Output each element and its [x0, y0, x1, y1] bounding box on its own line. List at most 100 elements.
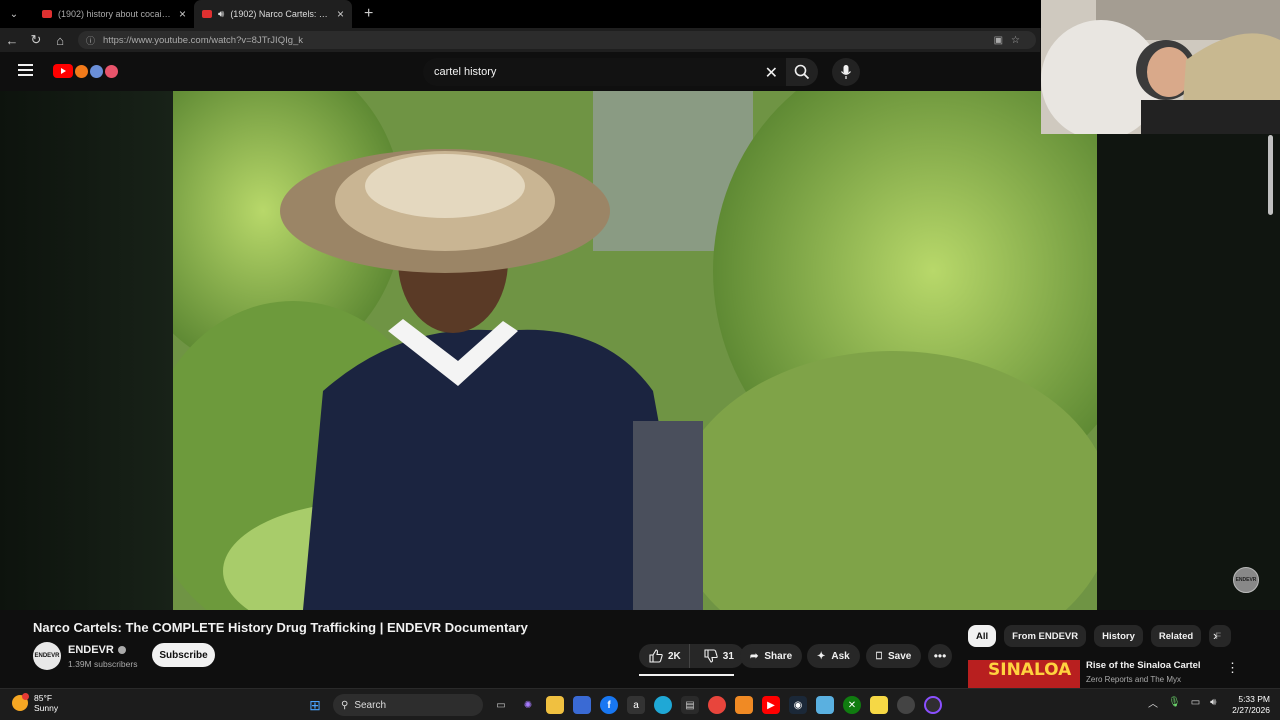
- weather-widget[interactable]: 85°F Sunny: [12, 693, 58, 713]
- webcam-overlay: [1041, 0, 1280, 134]
- search-query-text: cartel history: [434, 66, 497, 78]
- weather-description: Sunny: [34, 703, 59, 713]
- youtube-favicon-icon: [202, 10, 212, 18]
- site-info-icon[interactable]: ⓘ: [86, 34, 95, 47]
- chip-all[interactable]: All: [968, 625, 997, 647]
- start-icon[interactable]: ⊞: [306, 696, 324, 714]
- home-icon[interactable]: ⌂: [48, 33, 72, 48]
- browser-tab-title: (1902) history about cocaine - YouTube: [58, 9, 173, 19]
- related-video-title[interactable]: Rise of the Sinaloa Cartel: [1086, 660, 1201, 671]
- vlc-icon[interactable]: [735, 696, 753, 714]
- address-bar[interactable]: ⓘ https://www.youtube.com/watch?v=8JTrJI…: [78, 31, 1036, 49]
- amazon-icon[interactable]: a: [627, 696, 645, 714]
- thumbs-up-icon: [649, 649, 663, 663]
- webcam-feed-image: [1041, 0, 1280, 134]
- related-video-channel[interactable]: Zero Reports and The Myx: [1086, 675, 1181, 684]
- chrome-icon[interactable]: [708, 696, 726, 714]
- share-icon: ➦: [750, 650, 759, 662]
- chip-related[interactable]: Related: [1150, 625, 1202, 647]
- search-input[interactable]: cartel history ✕: [423, 58, 786, 86]
- microsoft-store-icon[interactable]: [573, 696, 591, 714]
- steam-icon[interactable]: ◉: [789, 696, 807, 714]
- player-letterbox-left: [0, 91, 173, 610]
- doodle-icon: [75, 64, 88, 78]
- browser-tab-2-active[interactable]: 🔊︎ (1902) Narco Cartels: The COMPLETE Hi…: [194, 0, 352, 28]
- channel-avatar[interactable]: ENDEVR: [33, 642, 61, 670]
- file-explorer-icon[interactable]: [546, 696, 564, 714]
- dislike-count: 31: [722, 650, 734, 662]
- task-view-icon[interactable]: ▭: [492, 696, 510, 714]
- taskbar-search-label: Search: [354, 699, 387, 711]
- copilot-icon[interactable]: ✺: [519, 696, 537, 714]
- search-icon: [794, 64, 810, 80]
- youtube-app-icon[interactable]: ▶: [762, 696, 780, 714]
- app-icon[interactable]: [897, 696, 915, 714]
- close-tab-icon[interactable]: ×: [337, 7, 344, 21]
- sparkle-icon: ✦: [817, 650, 826, 662]
- ms-paint-icon[interactable]: ▤: [681, 696, 699, 714]
- url-text[interactable]: https://www.youtube.com/watch?v=8JTrJIQI…: [103, 35, 986, 46]
- app-icon[interactable]: [816, 696, 834, 714]
- video-frame[interactable]: [173, 91, 1097, 610]
- taskbar-apps: ⊞ ⚲ Search ▭ ✺ f a ▤ ▶ ◉ ✕: [306, 694, 942, 716]
- channel-name-text[interactable]: ENDEVR: [68, 644, 114, 656]
- windows-taskbar: 85°F Sunny ⊞ ⚲ Search ▭ ✺ f a ▤ ▶ ◉ ✕ ︿ …: [0, 688, 1280, 720]
- chevron-up-icon[interactable]: ︿: [1148, 695, 1158, 710]
- clear-search-icon[interactable]: ✕: [765, 63, 778, 83]
- youtube-masthead: cartel history ✕: [0, 52, 1040, 91]
- player-letterbox-right: [1097, 91, 1280, 610]
- channel-name[interactable]: ENDEVR: [68, 644, 126, 656]
- video-details: Narco Cartels: The COMPLETE History Drug…: [0, 610, 1280, 688]
- edge-icon[interactable]: [654, 696, 672, 714]
- verified-badge-icon: [117, 646, 126, 655]
- youtube-logo[interactable]: [53, 64, 118, 78]
- bookmark-icon: ⎕: [876, 650, 882, 662]
- page-scrollbar[interactable]: [1268, 135, 1273, 215]
- menu-icon[interactable]: [18, 64, 33, 76]
- save-label: Save: [888, 650, 912, 662]
- tab-search-menu-icon[interactable]: ⌄: [2, 3, 26, 25]
- doodle-icon: [105, 64, 118, 78]
- audio-playing-icon[interactable]: 🔊︎: [218, 9, 224, 20]
- ask-button[interactable]: ✦ Ask: [807, 644, 860, 668]
- chip-history[interactable]: History: [1094, 625, 1143, 647]
- like-count: 2K: [668, 650, 681, 662]
- sun-icon: [12, 693, 29, 711]
- video-title: Narco Cartels: The COMPLETE History Drug…: [33, 620, 528, 635]
- more-actions-icon[interactable]: •••: [928, 644, 952, 668]
- taskbar-search-box[interactable]: ⚲ Search: [333, 694, 483, 716]
- taskbar-clock[interactable]: 5:33 PM 2/27/2026: [1228, 694, 1270, 716]
- like-ratio-bar: [639, 674, 734, 676]
- channel-watermark[interactable]: ENDEVR: [1233, 567, 1259, 593]
- save-button[interactable]: ⎕ Save: [866, 644, 922, 668]
- reload-icon[interactable]: ↻: [24, 32, 48, 48]
- facebook-icon[interactable]: f: [600, 696, 618, 714]
- dislike-button[interactable]: 31: [696, 644, 744, 668]
- obs-icon[interactable]: [924, 696, 942, 714]
- browser-tab-1[interactable]: (1902) history about cocaine - YouTube ×: [34, 0, 194, 28]
- like-button[interactable]: 2K: [639, 644, 690, 668]
- network-icon[interactable]: ▭: [1191, 697, 1200, 708]
- search-button[interactable]: [786, 58, 818, 86]
- favorite-icon[interactable]: ▣☆: [994, 35, 1028, 46]
- close-tab-icon[interactable]: ×: [179, 7, 186, 21]
- kebab-menu-icon[interactable]: ⋮: [1226, 660, 1239, 676]
- new-tab-icon[interactable]: +: [364, 5, 373, 23]
- voice-search-button[interactable]: [832, 58, 860, 86]
- related-video-thumbnail[interactable]: SINALOA: [968, 660, 1080, 688]
- chip-from-channel[interactable]: From ENDEVR: [1004, 625, 1087, 647]
- subscribe-button[interactable]: Subscribe: [152, 643, 215, 667]
- sticky-notes-icon[interactable]: [870, 696, 888, 714]
- clock-date: 2/27/2026: [1232, 705, 1270, 715]
- clock-time: 5:33 PM: [1238, 694, 1270, 704]
- ask-label: Ask: [831, 650, 850, 662]
- xbox-icon[interactable]: ✕: [843, 696, 861, 714]
- back-icon[interactable]: ←: [0, 33, 24, 48]
- volume-icon[interactable]: 🔊︎: [1210, 697, 1216, 708]
- share-button[interactable]: ➦ Share: [740, 644, 803, 668]
- chevron-right-icon[interactable]: ›: [1213, 628, 1217, 643]
- video-player[interactable]: ENDEVR: [0, 91, 1280, 610]
- microphone-tray-icon[interactable]: 🎙︎: [1168, 697, 1181, 708]
- share-label: Share: [764, 650, 793, 662]
- system-tray: ︿ 🎙︎ ▭ 🔊︎: [1148, 695, 1216, 710]
